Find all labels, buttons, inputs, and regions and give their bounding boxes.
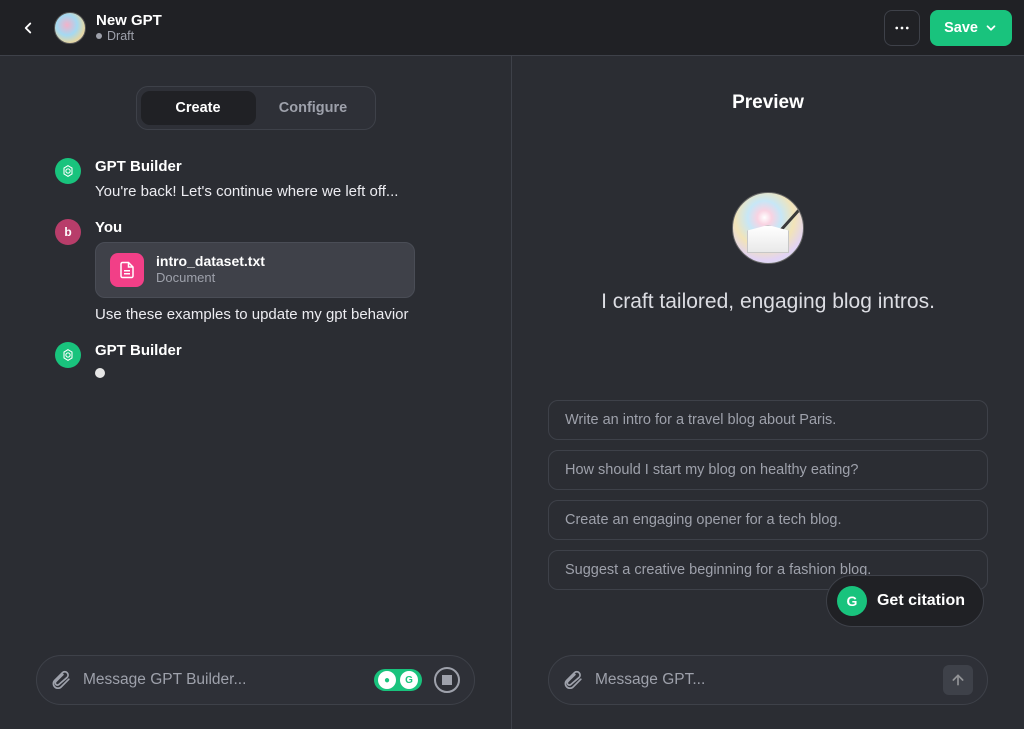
paperclip-icon <box>563 670 583 690</box>
status-line: Draft <box>96 29 162 43</box>
title-block: New GPT Draft <box>96 12 162 44</box>
send-button[interactable] <box>943 665 973 695</box>
builder-avatar <box>55 342 81 368</box>
page-title: New GPT <box>96 12 162 29</box>
message-sender: GPT Builder <box>95 342 473 359</box>
tab-configure[interactable]: Configure <box>256 91 371 125</box>
user-avatar: b <box>55 219 81 245</box>
message-sender: You <box>95 219 473 236</box>
gpt-tagline: I craft tailored, engaging blog intros. <box>601 290 935 314</box>
back-button[interactable] <box>12 12 44 44</box>
gpt-avatar-large <box>732 192 804 264</box>
gpt-avatar-small <box>54 12 86 44</box>
suggestion-list: Write an intro for a travel blog about P… <box>542 400 994 590</box>
message-text: You're back! Let's continue where we lef… <box>95 181 473 203</box>
message-builder-typing: GPT Builder <box>55 342 473 378</box>
arrow-up-icon <box>950 672 966 688</box>
attachment-name: intro_dataset.txt <box>156 253 265 271</box>
chevron-down-icon <box>984 21 998 35</box>
stop-icon <box>442 675 452 685</box>
openai-icon <box>60 163 76 179</box>
builder-panel: Create Configure GPT Builder You're back… <box>0 56 512 729</box>
wand-icon <box>770 208 802 243</box>
get-citation-button[interactable]: G Get citation <box>826 575 984 627</box>
stop-generation-button[interactable] <box>434 667 460 693</box>
grammarly-icon: ● <box>378 671 396 689</box>
message-user: b You intro_dataset.txt Document Use the… <box>55 219 473 326</box>
dots-horizontal-icon <box>893 19 911 37</box>
builder-input-bar: ● G <box>36 655 475 705</box>
attachment-chip[interactable]: intro_dataset.txt Document <box>95 242 415 298</box>
attach-button[interactable] <box>51 670 71 690</box>
citation-label: Get citation <box>877 592 965 610</box>
typing-indicator-icon <box>95 368 105 378</box>
conversation: GPT Builder You're back! Let's continue … <box>0 130 511 378</box>
message-sender: GPT Builder <box>95 158 473 175</box>
grammarly-icon: G <box>837 586 867 616</box>
openai-icon <box>60 347 76 363</box>
suggestion-button[interactable]: Create an engaging opener for a tech blo… <box>548 500 988 540</box>
builder-avatar <box>55 158 81 184</box>
suggestion-button[interactable]: How should I start my blog on healthy ea… <box>548 450 988 490</box>
topbar: New GPT Draft Save <box>0 0 1024 55</box>
save-button[interactable]: Save <box>930 10 1012 46</box>
grammarly-widget[interactable]: ● G <box>374 669 422 691</box>
attachment-type: Document <box>156 270 265 286</box>
document-icon <box>110 253 144 287</box>
grammarly-icon: G <box>400 671 418 689</box>
preview-title: Preview <box>512 92 1024 114</box>
chevron-left-icon <box>19 19 37 37</box>
paperclip-icon <box>51 670 71 690</box>
suggestion-button[interactable]: Write an intro for a travel blog about P… <box>548 400 988 440</box>
more-menu-button[interactable] <box>884 10 920 46</box>
builder-tabs: Create Configure <box>136 86 376 130</box>
preview-panel: Preview I craft tailored, engaging blog … <box>512 56 1024 729</box>
status-label: Draft <box>107 29 134 43</box>
attach-button[interactable] <box>563 670 583 690</box>
builder-message-input[interactable] <box>81 670 364 690</box>
preview-input-bar <box>548 655 988 705</box>
status-dot-icon <box>96 33 102 39</box>
preview-message-input[interactable] <box>593 670 933 690</box>
save-button-label: Save <box>944 20 978 36</box>
message-text: Use these examples to update my gpt beha… <box>95 304 473 326</box>
tab-create[interactable]: Create <box>141 91 256 125</box>
message-builder: GPT Builder You're back! Let's continue … <box>55 158 473 203</box>
